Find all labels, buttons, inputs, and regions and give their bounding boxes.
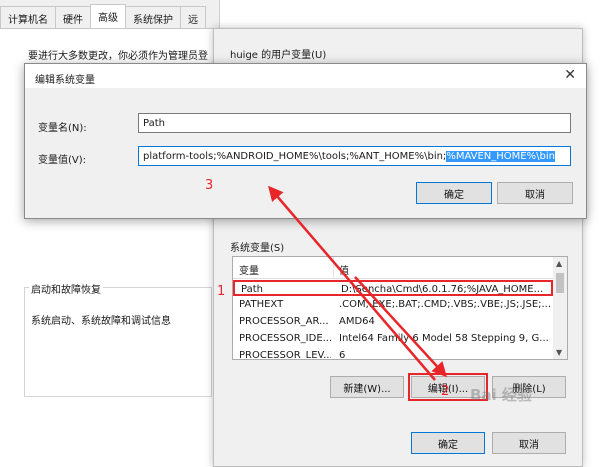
step-3-label: 3	[205, 178, 214, 193]
baidu-watermark: Bai 经验	[470, 386, 532, 404]
arrow-to-edit-button	[354, 276, 448, 378]
step-2-label: 2	[441, 384, 450, 399]
arrow-to-value-field	[268, 185, 436, 381]
step-1-label: 1	[217, 284, 226, 299]
